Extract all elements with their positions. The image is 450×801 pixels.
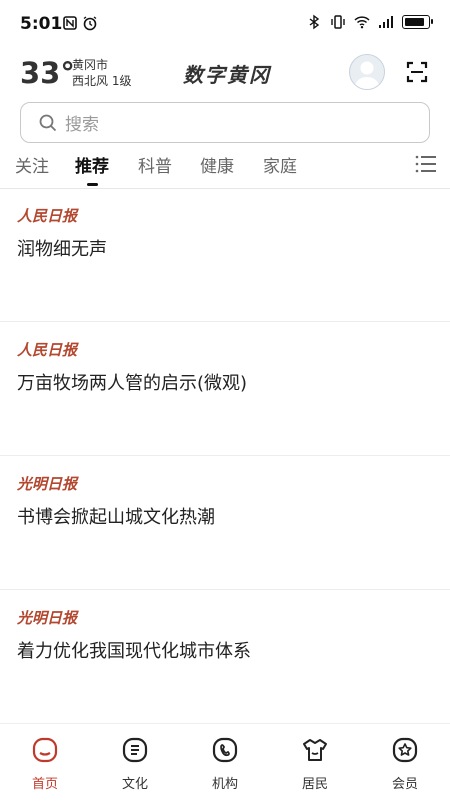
- news-item[interactable]: 人民日报 万亩牧场两人管的启示(微观): [0, 322, 450, 456]
- battery-icon: [402, 15, 433, 29]
- news-item[interactable]: 光明日报 书博会掀起山城文化热潮: [0, 456, 450, 590]
- app-header: 33° 黄冈市 西北风 1级 数字黄冈: [0, 50, 450, 100]
- status-notification-icons: [62, 15, 98, 31]
- nav-label-institution: 机构: [211, 777, 238, 792]
- tab-family[interactable]: 家庭: [263, 152, 297, 177]
- bluetooth-icon: [309, 14, 320, 30]
- news-title[interactable]: 书博会掀起山城文化热潮: [17, 503, 215, 529]
- news-item[interactable]: 光明日报 着力优化我国现代化城市体系: [0, 590, 450, 723]
- nav-culture[interactable]: 文化: [105, 736, 165, 792]
- nav-member[interactable]: 会员: [375, 736, 435, 792]
- news-title[interactable]: 着力优化我国现代化城市体系: [17, 637, 251, 663]
- nfc-icon: [63, 16, 77, 30]
- star-badge-icon: [392, 737, 418, 763]
- status-time: 5:01: [20, 14, 63, 34]
- tab-recommend[interactable]: 推荐: [75, 152, 109, 177]
- temperature: 33°: [20, 56, 75, 90]
- search-placeholder: 搜索: [65, 115, 99, 135]
- active-tab-indicator: [87, 183, 98, 186]
- news-source: 光明日报: [17, 475, 78, 493]
- phone-icon: [212, 737, 238, 763]
- nav-label-member: 会员: [391, 777, 418, 792]
- search-icon: [39, 114, 57, 131]
- home-icon: [32, 737, 58, 763]
- category-tabs: 关注 推荐 科普 健康 家庭: [0, 150, 450, 189]
- news-feed: 人民日报 润物细无声 人民日报 万亩牧场两人管的启示(微观) 光明日报 书博会掀…: [0, 188, 450, 723]
- nav-label-culture: 文化: [121, 777, 148, 792]
- nav-label-home: 首页: [31, 777, 58, 792]
- news-item[interactable]: 人民日报 润物细无声: [0, 188, 450, 322]
- nav-label-resident: 居民: [301, 777, 328, 792]
- nav-resident[interactable]: 居民: [285, 736, 345, 792]
- scan-icon[interactable]: [405, 60, 429, 84]
- shirt-icon: [303, 739, 327, 761]
- news-title[interactable]: 万亩牧场两人管的启示(微观): [17, 369, 247, 395]
- news-source: 人民日报: [17, 341, 78, 359]
- nav-home[interactable]: 首页: [15, 736, 75, 792]
- app-logo-text: 数字黄冈: [183, 63, 271, 87]
- location-weather[interactable]: 黄冈市 西北风 1级: [72, 57, 131, 89]
- vibrate-icon: [331, 15, 345, 29]
- nav-institution[interactable]: 机构: [195, 736, 255, 792]
- signal-icon: [379, 16, 393, 28]
- status-bar: 5:01: [0, 0, 450, 48]
- search-input[interactable]: 搜索: [20, 102, 430, 143]
- wind-info: 西北风 1级: [72, 74, 132, 88]
- document-icon: [122, 737, 148, 763]
- avatar[interactable]: [349, 54, 385, 90]
- tab-science[interactable]: 科普: [138, 152, 172, 177]
- alarm-icon: [83, 16, 97, 31]
- list-menu-icon[interactable]: [415, 154, 437, 174]
- user-icon: [354, 61, 380, 89]
- news-source: 人民日报: [17, 207, 78, 225]
- tab-health[interactable]: 健康: [200, 152, 234, 177]
- bottom-nav: 首页 文化 机构 居民 会员: [0, 723, 450, 801]
- tab-follow[interactable]: 关注: [15, 152, 49, 177]
- status-system-icons: [306, 14, 433, 30]
- wifi-icon: [354, 16, 370, 29]
- news-title[interactable]: 润物细无声: [17, 235, 107, 261]
- battery-level: [405, 18, 424, 26]
- city-name: 黄冈市: [72, 58, 109, 72]
- news-source: 光明日报: [17, 609, 78, 627]
